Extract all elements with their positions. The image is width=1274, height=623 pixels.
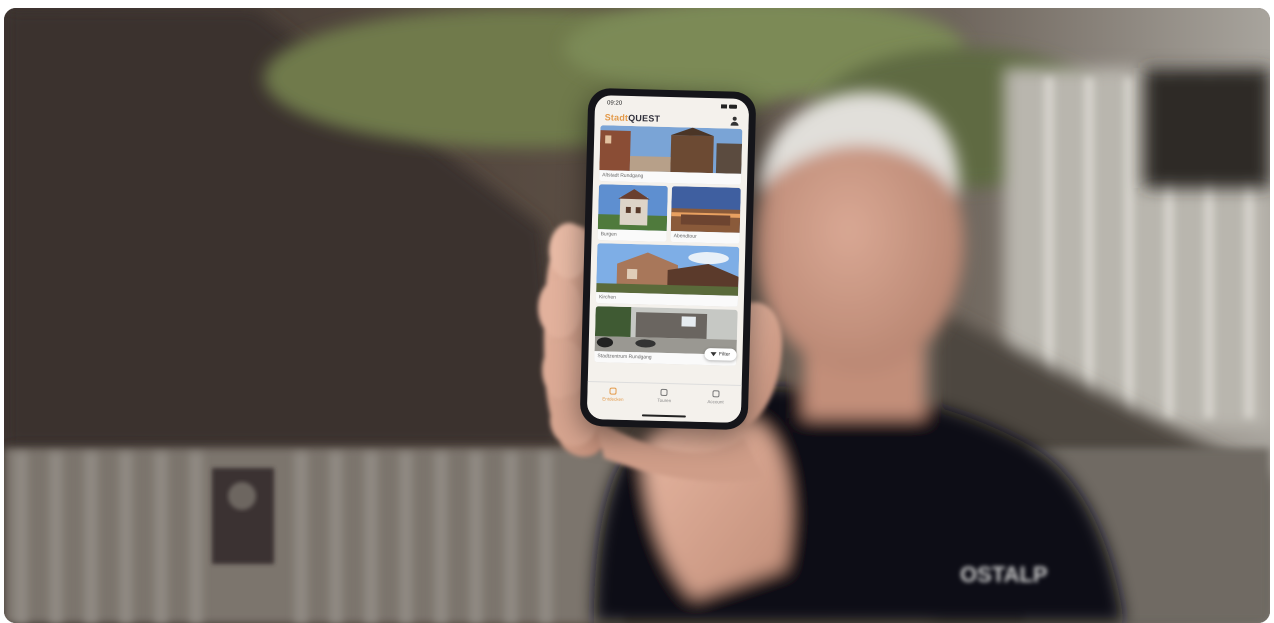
tab-discover-label: Entdecken (602, 396, 624, 402)
tour-image-1 (599, 125, 743, 174)
tour-list: Altstadt Rundgang Burgen Abendtour Kirch… (588, 125, 748, 366)
logo-part-1: Stadt (604, 112, 629, 123)
battery-icon (728, 104, 738, 109)
tour-label-3: Abendtour (670, 231, 740, 244)
phone-screen: 09:20 StadtQUEST Altstadt Rundgang Burge… (586, 95, 750, 423)
filter-button[interactable]: Filter (704, 347, 737, 361)
user-icon (712, 390, 720, 398)
tour-tile-3[interactable]: Abendtour (670, 186, 741, 244)
signal-icon (720, 104, 728, 109)
tour-tile-1[interactable]: Altstadt Rundgang (599, 125, 743, 185)
tab-tours[interactable]: Touren (646, 388, 682, 403)
compass-icon (609, 387, 617, 395)
tour-row: Burgen Abendtour (597, 184, 741, 247)
tab-account-label: Account (707, 399, 724, 405)
tab-tours-label: Touren (657, 397, 672, 404)
logo-part-2: QUEST (628, 112, 661, 124)
tour-label-4: Kirchen (595, 292, 739, 307)
map-icon (660, 388, 669, 397)
tab-account[interactable]: Account (698, 390, 734, 405)
tour-image-2 (597, 184, 668, 231)
app-logo: StadtQUEST (605, 112, 661, 123)
tour-image-4 (596, 243, 740, 296)
home-indicator (641, 414, 686, 418)
tab-discover[interactable]: Entdecken (595, 387, 631, 402)
tour-tile-4[interactable]: Kirchen (595, 243, 740, 307)
tour-tile-2[interactable]: Burgen (597, 184, 668, 242)
tour-label-2: Burgen (597, 229, 667, 242)
smartphone: 09:20 StadtQUEST Altstadt Rundgang Burge… (579, 87, 757, 431)
tour-image-3 (670, 186, 741, 233)
photo-frame: OSTALP 09:20 StadtQUEST Altstadt Rundgan… (4, 8, 1270, 623)
status-icons (720, 104, 738, 109)
tour-label-1: Altstadt Rundgang (599, 170, 742, 185)
profile-icon[interactable] (731, 116, 739, 125)
shirt-logo: OSTALP (960, 562, 1048, 587)
filter-icon (710, 352, 718, 357)
status-time: 09:20 (606, 100, 623, 107)
filter-label: Filter (718, 351, 731, 358)
tab-bar: Entdecken Touren Account (586, 380, 742, 423)
